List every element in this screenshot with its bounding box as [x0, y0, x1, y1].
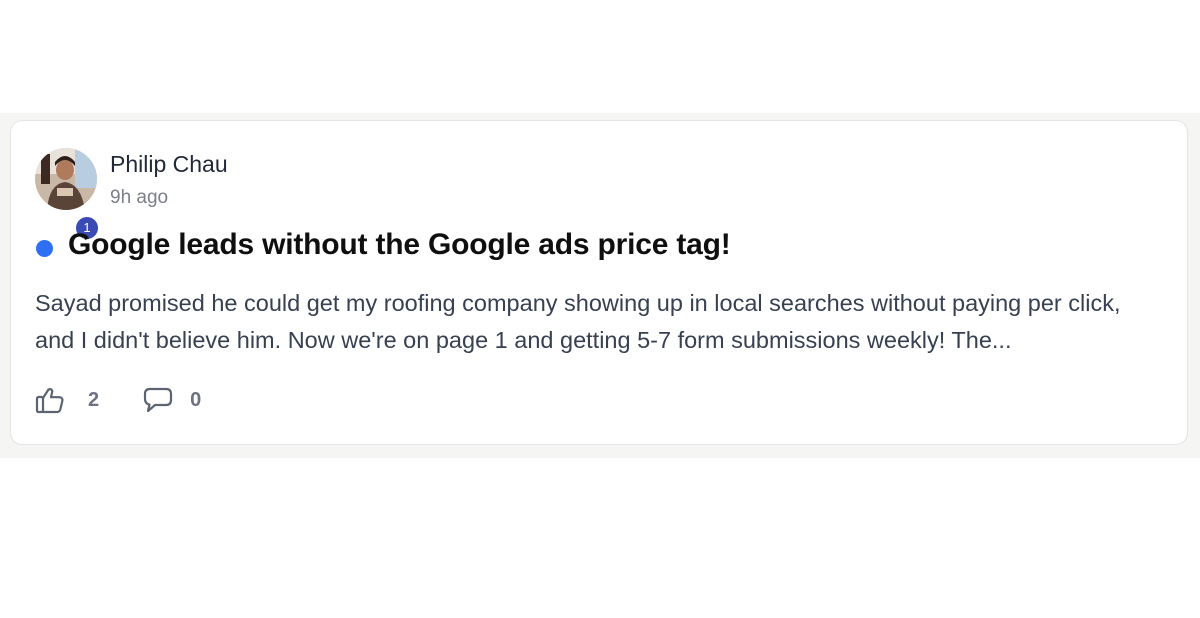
- author-name[interactable]: Philip Chau: [110, 151, 228, 178]
- comment-count: 0: [190, 388, 202, 411]
- like-count: 2: [88, 388, 100, 411]
- unread-indicator-dot: [36, 240, 53, 257]
- comment-button[interactable]: 0: [143, 386, 201, 414]
- avatar-photo: [35, 148, 97, 210]
- post-timestamp: 9h ago: [110, 187, 169, 208]
- post-excerpt: Sayad promised he could get my roofing c…: [35, 290, 1121, 353]
- like-button[interactable]: 2: [35, 386, 99, 414]
- speech-bubble-icon: [144, 387, 173, 413]
- post-actions: 2 0: [35, 385, 201, 415]
- post-title[interactable]: Google leads without the Google ads pric…: [68, 228, 731, 262]
- post-card[interactable]: 1 Philip Chau 9h ago Google leads withou…: [10, 120, 1188, 445]
- thumbs-up-icon: [35, 388, 64, 414]
- author-avatar[interactable]: 1: [35, 148, 100, 241]
